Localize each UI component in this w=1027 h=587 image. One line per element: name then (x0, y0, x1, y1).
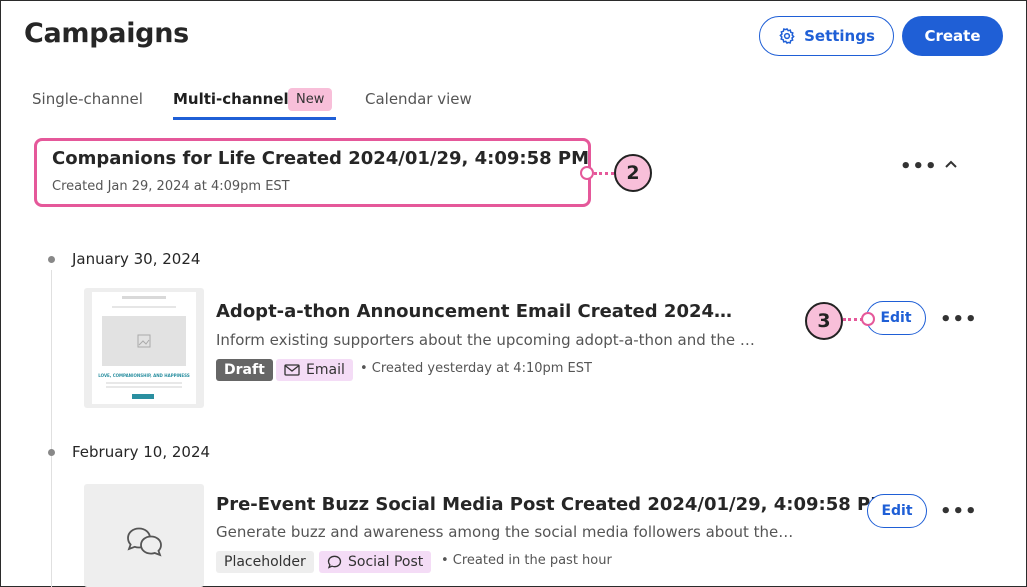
settings-label: Settings (804, 27, 875, 45)
tab-single-channel[interactable]: Single-channel (32, 90, 143, 108)
status-badge: Placeholder (216, 551, 314, 573)
gear-icon (779, 27, 795, 45)
campaign-group-created: Created Jan 29, 2024 at 4:09pm EST (52, 179, 290, 194)
speech-bubble-icon (327, 555, 342, 569)
page-title: Campaigns (24, 18, 189, 49)
email-preview-heading: LOVE, COMPANIONSHIP, AND HAPPINESS (98, 373, 190, 378)
callout-anchor-dot (580, 166, 594, 180)
chevron-up-icon[interactable] (942, 156, 960, 174)
type-label: Email (306, 362, 345, 378)
active-tab-indicator (173, 117, 336, 120)
create-button[interactable]: Create (902, 16, 1003, 56)
item-description: Inform existing supporters about the upc… (216, 331, 755, 349)
envelope-icon (284, 364, 300, 376)
ellipsis-icon[interactable]: ••• (900, 156, 938, 177)
image-placeholder-icon (137, 334, 151, 348)
timeline-dot (48, 256, 55, 263)
type-badge: Social Post (319, 551, 432, 573)
campaign-group-title[interactable]: Companions for Life Created 2024/01/29, … (52, 148, 589, 169)
callout-anchor-dot (861, 312, 875, 326)
tab-calendar-view[interactable]: Calendar view (365, 90, 472, 108)
social-thumbnail[interactable] (84, 484, 204, 587)
callout-number-3: 3 (805, 302, 843, 340)
item-title[interactable]: Adopt-a-thon Announcement Email Created … (216, 301, 732, 322)
type-badge: Email (276, 359, 353, 381)
settings-button[interactable]: Settings (759, 16, 894, 56)
timeline-line (51, 270, 52, 587)
callout-number-2: 2 (614, 154, 652, 192)
ellipsis-icon[interactable]: ••• (940, 501, 978, 522)
new-badge: New (288, 88, 333, 111)
timeline-date: January 30, 2024 (72, 250, 201, 268)
timeline-date: February 10, 2024 (72, 443, 211, 461)
edit-button[interactable]: Edit (867, 494, 927, 528)
timeline-dot (48, 449, 55, 456)
email-preview: LOVE, COMPANIONSHIP, AND HAPPINESS (92, 292, 196, 404)
item-description: Generate buzz and awareness among the so… (216, 523, 794, 541)
item-meta: • Created in the past hour (441, 553, 612, 568)
status-badge: Draft (216, 359, 273, 381)
callout-connector (594, 172, 614, 175)
item-meta: • Created yesterday at 4:10pm EST (360, 361, 592, 376)
edit-button[interactable]: Edit (866, 301, 926, 335)
tab-multi-channel[interactable]: Multi-channel (173, 90, 289, 108)
type-label: Social Post (348, 554, 424, 570)
callout-connector (843, 318, 863, 321)
ellipsis-icon[interactable]: ••• (940, 309, 978, 330)
chat-bubbles-icon (127, 527, 162, 557)
item-title[interactable]: Pre-Event Buzz Social Media Post Created… (216, 494, 888, 515)
